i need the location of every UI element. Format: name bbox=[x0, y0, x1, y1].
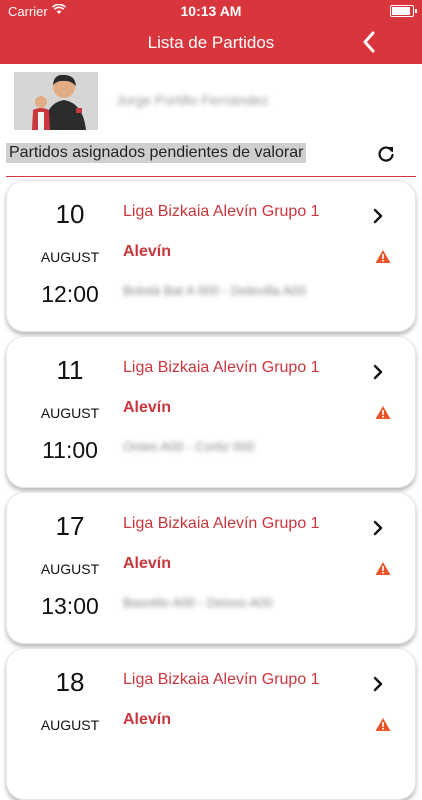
section-title: Partidos asignados pendientes de valorar bbox=[6, 143, 307, 163]
match-card[interactable]: 18 AUGUST Liga Bizkaia Alevín Grupo 1 Al… bbox=[6, 648, 416, 800]
match-teams: Basotilo A00 - Deisso A00 bbox=[123, 595, 273, 610]
warning-icon bbox=[375, 250, 391, 263]
referee-name: Jorge Portillo Fernández bbox=[116, 92, 269, 108]
match-day: 18 bbox=[55, 667, 85, 697]
warning-icon bbox=[375, 718, 391, 731]
chevron-right-icon[interactable] bbox=[371, 675, 385, 693]
chevron-right-icon[interactable] bbox=[371, 207, 385, 225]
match-league: Liga Bizkaia Alevín Grupo 1 bbox=[123, 515, 320, 532]
match-league: Liga Bizkaia Alevín Grupo 1 bbox=[123, 203, 320, 220]
match-day: 11 bbox=[56, 355, 84, 385]
match-day: 17 bbox=[55, 511, 85, 541]
match-league: Liga Bizkaia Alevín Grupo 1 bbox=[123, 359, 320, 376]
refresh-icon bbox=[378, 146, 394, 162]
warning-icon bbox=[375, 562, 391, 575]
chevron-right-icon[interactable] bbox=[371, 363, 385, 381]
match-month: AUGUST bbox=[40, 717, 100, 733]
match-month: AUGUST bbox=[40, 561, 100, 577]
status-bar: Carrier 10:13 AM bbox=[0, 0, 422, 22]
match-category: Alevín bbox=[123, 243, 172, 260]
match-category: Alevín bbox=[123, 555, 172, 572]
navigation-bar: Lista de Partidos bbox=[0, 22, 422, 64]
battery-icon bbox=[390, 5, 417, 17]
match-card[interactable]: 11 AUGUST 11:00 Liga Bizkaia Alevín Grup… bbox=[6, 336, 416, 488]
match-month: AUGUST bbox=[40, 405, 100, 421]
match-day: 10 bbox=[55, 199, 85, 229]
chevron-left-icon bbox=[363, 31, 375, 53]
match-time: 13:00 bbox=[41, 593, 99, 619]
match-teams: Bolotá Bat A 000 - Delevilla A00 bbox=[123, 283, 306, 298]
match-card[interactable]: 10 AUGUST 12:00 Liga Bizkaia Alevín Grup… bbox=[6, 180, 416, 332]
refresh-button[interactable] bbox=[376, 144, 396, 164]
match-time: 12:00 bbox=[41, 281, 99, 307]
warning-icon bbox=[375, 406, 391, 419]
match-month: AUGUST bbox=[40, 249, 100, 265]
match-category: Alevín bbox=[123, 399, 172, 416]
back-button[interactable] bbox=[358, 30, 382, 54]
avatar bbox=[14, 72, 98, 130]
match-card[interactable]: 17 AUGUST 13:00 Liga Bizkaia Alevín Grup… bbox=[6, 492, 416, 644]
match-teams: Ontes A00 - Cortiz 000 bbox=[123, 439, 255, 454]
section-header: Partidos asignados pendientes de valorar bbox=[6, 142, 416, 177]
match-time: 11:00 bbox=[42, 437, 98, 463]
match-league: Liga Bizkaia Alevín Grupo 1 bbox=[123, 671, 320, 688]
match-category: Alevín bbox=[123, 711, 172, 728]
chevron-right-icon[interactable] bbox=[371, 519, 385, 537]
referee-profile: Jorge Portillo Fernández bbox=[14, 72, 414, 132]
status-time: 10:13 AM bbox=[180, 3, 242, 19]
